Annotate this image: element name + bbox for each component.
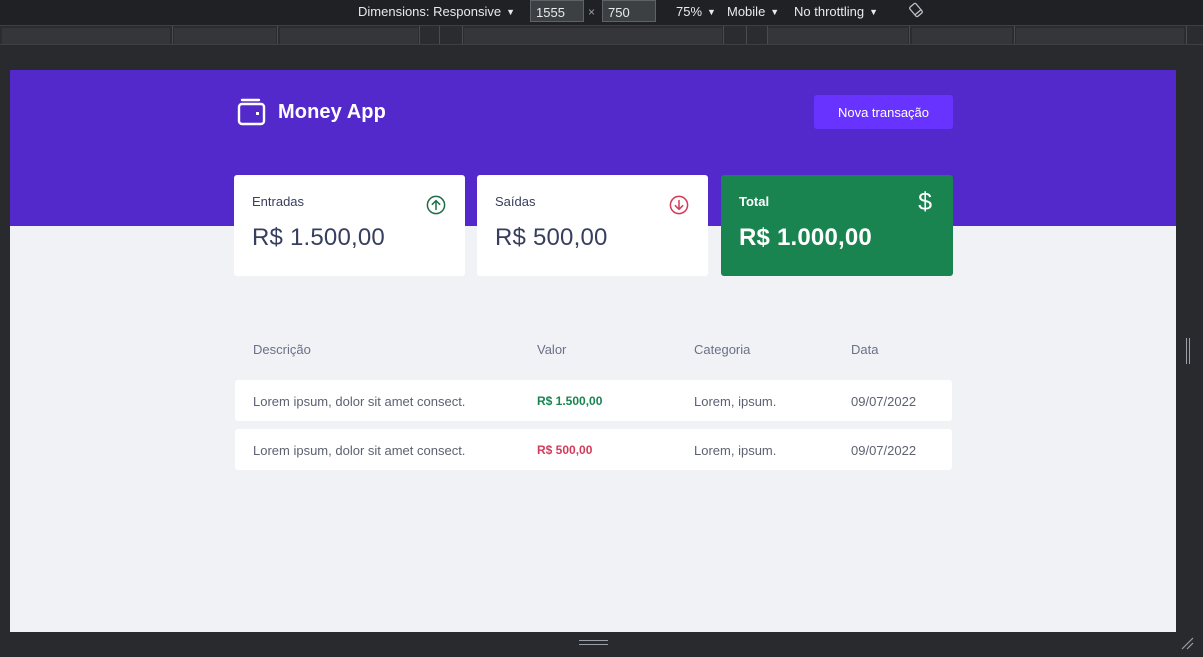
corner-resize-icon[interactable] bbox=[1180, 636, 1194, 650]
width-input[interactable] bbox=[530, 0, 584, 22]
app-logo: Money App bbox=[237, 98, 386, 126]
media-query-segment[interactable] bbox=[1016, 28, 1184, 44]
column-header-date: Data bbox=[851, 342, 879, 357]
arrow-down-circle-icon bbox=[669, 195, 689, 215]
app-viewport: Money App Nova transação Entradas R$ 1.5… bbox=[10, 70, 1176, 632]
rotate-icon[interactable] bbox=[908, 2, 924, 18]
media-query-bar bbox=[0, 25, 1203, 45]
zoom-label: 75% bbox=[676, 4, 703, 19]
height-input[interactable] bbox=[602, 0, 656, 22]
row-category: Lorem, ipsum. bbox=[694, 443, 777, 458]
ruler-divider bbox=[723, 26, 724, 44]
row-value: R$ 1.500,00 bbox=[537, 394, 603, 408]
grip-icon bbox=[1186, 338, 1190, 364]
ruler-divider bbox=[909, 26, 910, 44]
dimensions-label: Dimensions: Responsive bbox=[358, 4, 502, 19]
media-query-segment[interactable] bbox=[464, 28, 722, 44]
media-query-segment[interactable] bbox=[768, 28, 908, 44]
ruler-divider bbox=[1014, 26, 1015, 44]
income-card-value: R$ 1.500,00 bbox=[252, 224, 385, 251]
chevron-down-icon: ▼ bbox=[770, 6, 780, 17]
transactions-table-header: Descrição Valor Categoria Data bbox=[10, 342, 1176, 362]
ruler-divider bbox=[746, 26, 747, 44]
chevron-down-icon: ▼ bbox=[506, 6, 515, 17]
ruler-divider bbox=[419, 26, 420, 44]
dollar-sign-icon: $ bbox=[918, 188, 932, 216]
ruler-divider bbox=[1186, 26, 1187, 44]
row-value: R$ 500,00 bbox=[537, 443, 593, 457]
chevron-down-icon: ▼ bbox=[707, 6, 716, 17]
total-card: Total $ R$ 1.000,00 bbox=[721, 175, 953, 276]
total-card-value: R$ 1.000,00 bbox=[739, 224, 872, 251]
wallet-icon bbox=[237, 98, 266, 126]
new-transaction-button[interactable]: Nova transação bbox=[814, 95, 953, 129]
chevron-down-icon: ▼ bbox=[869, 6, 879, 17]
ruler-divider bbox=[439, 26, 440, 44]
device-dropdown[interactable]: Mobile ▼ bbox=[727, 4, 779, 19]
outcome-card: Saídas R$ 500,00 bbox=[477, 175, 708, 276]
app-title: Money App bbox=[278, 100, 386, 123]
ruler-divider bbox=[277, 26, 278, 44]
right-resize-handle[interactable] bbox=[1176, 70, 1203, 632]
column-header-value: Valor bbox=[537, 342, 567, 357]
throttling-label: No throttling bbox=[794, 4, 865, 19]
device-label: Mobile bbox=[727, 4, 766, 19]
outcome-card-label: Saídas bbox=[495, 194, 536, 209]
devtools-device-toolbar: Dimensions: Responsive ▼ × 75% ▼ Mobile … bbox=[0, 0, 1203, 25]
ruler-divider bbox=[767, 26, 768, 44]
row-description: Lorem ipsum, dolor sit amet consect. bbox=[253, 443, 466, 458]
times-icon: × bbox=[588, 5, 596, 19]
income-card: Entradas R$ 1.500,00 bbox=[234, 175, 465, 276]
outcome-card-value: R$ 500,00 bbox=[495, 224, 608, 251]
media-query-segment[interactable] bbox=[912, 28, 1012, 44]
media-query-segment[interactable] bbox=[2, 28, 170, 44]
grip-icon bbox=[579, 640, 608, 645]
arrow-up-circle-icon bbox=[426, 195, 446, 215]
media-query-segment[interactable] bbox=[280, 28, 418, 44]
throttling-dropdown[interactable]: No throttling ▼ bbox=[794, 4, 878, 19]
income-card-label: Entradas bbox=[252, 194, 305, 209]
ruler-divider bbox=[172, 26, 173, 44]
table-row[interactable]: Lorem ipsum, dolor sit amet consect. R$ … bbox=[235, 429, 952, 470]
column-header-description: Descrição bbox=[253, 342, 311, 357]
row-description: Lorem ipsum, dolor sit amet consect. bbox=[253, 394, 466, 409]
row-date: 09/07/2022 bbox=[851, 443, 917, 458]
total-card-label: Total bbox=[739, 194, 770, 209]
column-header-category: Categoria bbox=[694, 342, 751, 357]
ruler-divider bbox=[462, 26, 463, 44]
dimensions-dropdown[interactable]: Dimensions: Responsive ▼ bbox=[358, 4, 515, 19]
bottom-resize-handle[interactable] bbox=[0, 632, 1203, 657]
zoom-dropdown[interactable]: 75% ▼ bbox=[676, 4, 716, 19]
table-row[interactable]: Lorem ipsum, dolor sit amet consect. R$ … bbox=[235, 380, 952, 421]
row-category: Lorem, ipsum. bbox=[694, 394, 777, 409]
row-date: 09/07/2022 bbox=[851, 394, 917, 409]
media-query-segment[interactable] bbox=[174, 28, 276, 44]
